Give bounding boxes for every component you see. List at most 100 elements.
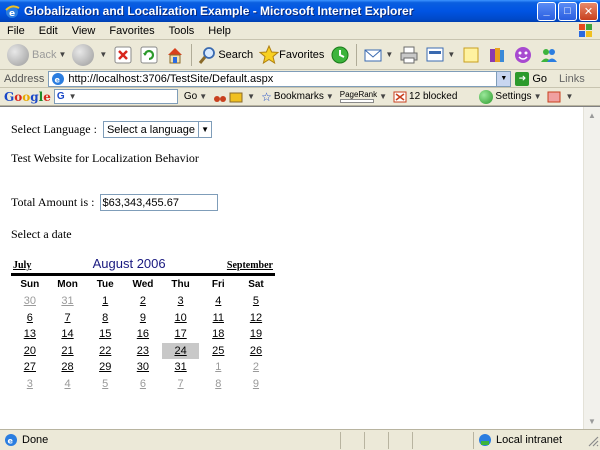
calendar-day-other-month[interactable]: 9 xyxy=(237,376,275,393)
calendar-day-header: Mon xyxy=(57,279,78,290)
calendar-day[interactable]: 16 xyxy=(124,326,162,343)
security-zone[interactable]: Local intranet xyxy=(473,431,585,449)
menu-edit[interactable]: Edit xyxy=(32,25,65,37)
calendar-day-other-month[interactable]: 7 xyxy=(162,376,200,393)
calendar-day-other-month[interactable]: 3 xyxy=(11,376,49,393)
links-button[interactable]: Links xyxy=(559,73,585,85)
calendar-day-today[interactable]: 24 xyxy=(161,342,200,359)
messenger-button[interactable] xyxy=(510,42,536,68)
calendar-day[interactable]: 4 xyxy=(199,293,237,310)
scroll-up-icon[interactable]: ▲ xyxy=(585,108,599,122)
settings-button[interactable]: Settings ▼ xyxy=(479,89,541,104)
calendar-day[interactable]: 12 xyxy=(237,310,275,327)
calendar-day[interactable]: 6 xyxy=(11,310,49,327)
menu-favorites[interactable]: Favorites xyxy=(102,25,161,37)
chevron-down-icon: ▼ xyxy=(379,92,388,101)
calendar-day[interactable]: 13 xyxy=(11,326,49,343)
calendar-day[interactable]: 7 xyxy=(49,310,87,327)
language-select[interactable]: Select a language ▼ xyxy=(102,121,213,138)
maximize-button[interactable]: □ xyxy=(558,1,577,21)
calendar-day[interactable]: 26 xyxy=(237,343,275,360)
go-button[interactable]: ➜ Go xyxy=(515,71,547,86)
printer-icon xyxy=(400,46,418,63)
translate-button[interactable]: ▼ xyxy=(547,90,573,104)
calendar-day[interactable]: 5 xyxy=(237,293,275,310)
scroll-down-icon[interactable]: ▼ xyxy=(585,414,599,428)
calendar-day[interactable]: 8 xyxy=(86,310,124,327)
calendar-day-other-month[interactable]: 31 xyxy=(49,293,87,310)
refresh-button[interactable] xyxy=(136,42,162,68)
calendar-day[interactable]: 17 xyxy=(162,326,200,343)
resize-grip-icon[interactable] xyxy=(585,433,599,447)
menu-file[interactable]: File xyxy=(0,25,32,37)
calendar-day-other-month[interactable]: 1 xyxy=(199,359,237,376)
calendar-day[interactable]: 25 xyxy=(199,343,237,360)
forward-button[interactable]: ▼ xyxy=(69,42,110,68)
back-button[interactable]: Back ▼ xyxy=(4,42,69,68)
calendar-day[interactable]: 30 xyxy=(124,359,162,376)
next-month-link[interactable]: September xyxy=(227,260,273,271)
minimize-button[interactable]: _ xyxy=(537,1,556,21)
popup-blocker-button[interactable]: 12 blocked xyxy=(393,90,457,104)
contacts-button[interactable] xyxy=(536,42,562,68)
bookmark-star-icon: ☆ xyxy=(261,89,272,104)
pagerank-tools-icon xyxy=(229,92,243,102)
calendar-day[interactable]: 21 xyxy=(49,343,87,360)
chevron-down-icon: ▼ xyxy=(99,50,108,59)
total-amount-input[interactable]: $63,343,455.67 xyxy=(99,194,218,211)
close-button[interactable]: ✕ xyxy=(579,1,598,21)
calendar-day[interactable]: 18 xyxy=(199,326,237,343)
pagerank-indicator[interactable]: PageRank ▼ xyxy=(339,90,388,103)
favorites-button[interactable]: Favorites xyxy=(256,42,327,68)
edit-button[interactable]: ▼ xyxy=(422,42,458,68)
calendar-day[interactable]: 27 xyxy=(11,359,49,376)
calendar-day[interactable]: 10 xyxy=(162,310,200,327)
calendar-day[interactable]: 19 xyxy=(237,326,275,343)
calendar-day-other-month[interactable]: 8 xyxy=(199,376,237,393)
svg-text:e: e xyxy=(8,437,14,446)
search-button[interactable]: Search xyxy=(195,42,256,68)
edit-icon xyxy=(426,47,444,61)
home-button[interactable] xyxy=(162,42,188,68)
calendar-day[interactable]: 1 xyxy=(86,293,124,310)
calendar-day[interactable]: 20 xyxy=(11,343,49,360)
calendar-day[interactable]: 9 xyxy=(124,310,162,327)
google-options-button[interactable]: ▼ xyxy=(213,90,255,104)
calendar-day-other-month[interactable]: 30 xyxy=(11,293,49,310)
menu-help[interactable]: Help xyxy=(201,25,238,37)
google-search-input[interactable]: G ▼ xyxy=(53,89,178,104)
calendar-day[interactable]: 31 xyxy=(162,359,200,376)
binoculars-icon xyxy=(214,95,227,102)
calendar-day[interactable]: 29 xyxy=(86,359,124,376)
address-input[interactable]: e http://localhost:3706/TestSite/Default… xyxy=(48,70,512,87)
calendar-day[interactable]: 14 xyxy=(49,326,87,343)
menu-view[interactable]: View xyxy=(65,25,103,37)
calendar-day[interactable]: 15 xyxy=(86,326,124,343)
history-button[interactable] xyxy=(327,42,353,68)
calendar-day-other-month[interactable]: 6 xyxy=(124,376,162,393)
vertical-scrollbar[interactable]: ▲ ▼ xyxy=(583,107,600,429)
google-logo[interactable]: Google xyxy=(0,90,54,104)
stop-button[interactable] xyxy=(110,42,136,68)
menu-tools[interactable]: Tools xyxy=(162,25,202,37)
calendar-day[interactable]: 28 xyxy=(49,359,87,376)
note-icon xyxy=(463,47,479,62)
calendar-day[interactable]: 2 xyxy=(124,293,162,310)
stop-icon xyxy=(114,46,132,63)
calendar-day-other-month[interactable]: 5 xyxy=(86,376,124,393)
prev-month-link[interactable]: July xyxy=(13,260,31,271)
select-date-label: Select a date xyxy=(11,227,72,241)
print-button[interactable] xyxy=(396,42,422,68)
address-dropdown-button[interactable]: ▼ xyxy=(496,71,511,86)
calendar-day-other-month[interactable]: 4 xyxy=(49,376,87,393)
calendar-day[interactable]: 11 xyxy=(199,310,237,327)
calendar-day[interactable]: 3 xyxy=(162,293,200,310)
bookmarks-button[interactable]: ☆ Bookmarks ▼ xyxy=(261,90,334,104)
calendar-day-other-month[interactable]: 2 xyxy=(237,359,275,376)
research-button[interactable] xyxy=(484,42,510,68)
calendar-day[interactable]: 22 xyxy=(86,343,124,360)
mail-button[interactable]: ▼ xyxy=(360,42,396,68)
discuss-button[interactable] xyxy=(458,42,484,68)
google-go-button[interactable]: Go ▼ xyxy=(184,91,207,102)
calendar-day[interactable]: 23 xyxy=(124,343,162,360)
